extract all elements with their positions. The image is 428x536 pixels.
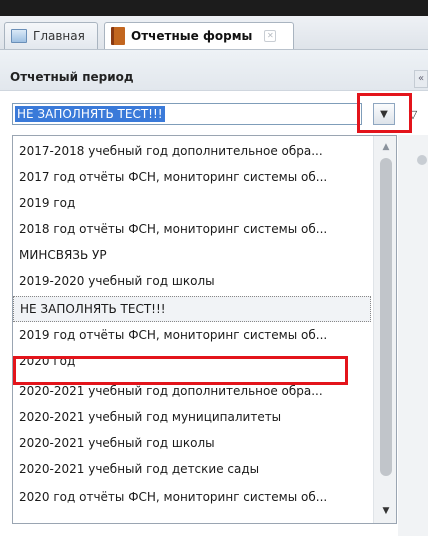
- list-item[interactable]: 2020-2021 учебный год муниципалитеты: [13, 404, 371, 430]
- period-combo-input[interactable]: НЕ ЗАПОЛНЯТЬ ТЕСТ!!!: [12, 103, 362, 125]
- tab-report-forms[interactable]: Отчетные формы ✕: [104, 22, 294, 49]
- scroll-down-icon[interactable]: ▼: [374, 502, 396, 520]
- book-icon: [111, 27, 125, 45]
- list-item[interactable]: 2019-2020 учебный год школы: [13, 268, 371, 294]
- list-item-selected[interactable]: НЕ ЗАПОЛНЯТЬ ТЕСТ!!!: [13, 296, 371, 322]
- list-item[interactable]: МИНСВЯЗЬ УР: [13, 242, 371, 268]
- close-icon[interactable]: ✕: [264, 30, 277, 42]
- tab-home-label: Главная: [33, 29, 85, 43]
- panel-header: Отчетный период: [0, 50, 428, 91]
- list-item[interactable]: 2020 год отчёты ФСН, мониторинг системы …: [13, 484, 371, 510]
- scrollbar[interactable]: ▲ ▼: [373, 136, 396, 523]
- list-item[interactable]: 2020-2021 учебный год школы: [13, 430, 371, 456]
- right-panel-strip: [398, 135, 428, 536]
- tab-home[interactable]: Главная: [4, 22, 98, 49]
- list-item[interactable]: 2019 год: [13, 190, 371, 216]
- panel-grip-icon: [417, 155, 427, 165]
- period-dropdown-list: 2017-2018 учебный год дополнительное обр…: [12, 135, 397, 524]
- list-item[interactable]: 2019 год отчёты ФСН, мониторинг системы …: [13, 322, 371, 348]
- list-item[interactable]: 2017-2018 учебный год дополнительное обр…: [13, 138, 371, 164]
- annotation-highlight-trigger: [357, 93, 412, 133]
- list-item[interactable]: 2018 год отчёты ФСН, мониторинг системы …: [13, 216, 371, 242]
- combo-value: НЕ ЗАПОЛНЯТЬ ТЕСТ!!!: [15, 106, 165, 122]
- tab-report-forms-label: Отчетные формы: [131, 29, 253, 43]
- top-bar: [0, 0, 428, 16]
- collapse-button[interactable]: «: [414, 70, 428, 88]
- period-label: Отчетный период: [10, 70, 134, 84]
- tab-bar: Главная Отчетные формы ✕: [0, 16, 428, 50]
- scroll-thumb[interactable]: [380, 158, 392, 476]
- scroll-up-icon[interactable]: ▲: [374, 138, 396, 156]
- list-item[interactable]: 2017 год отчёты ФСН, мониторинг системы …: [13, 164, 371, 190]
- home-icon: [11, 29, 27, 43]
- list-item[interactable]: 2020-2021 учебный год детские сады: [13, 456, 371, 482]
- annotation-highlight-item: [13, 356, 348, 385]
